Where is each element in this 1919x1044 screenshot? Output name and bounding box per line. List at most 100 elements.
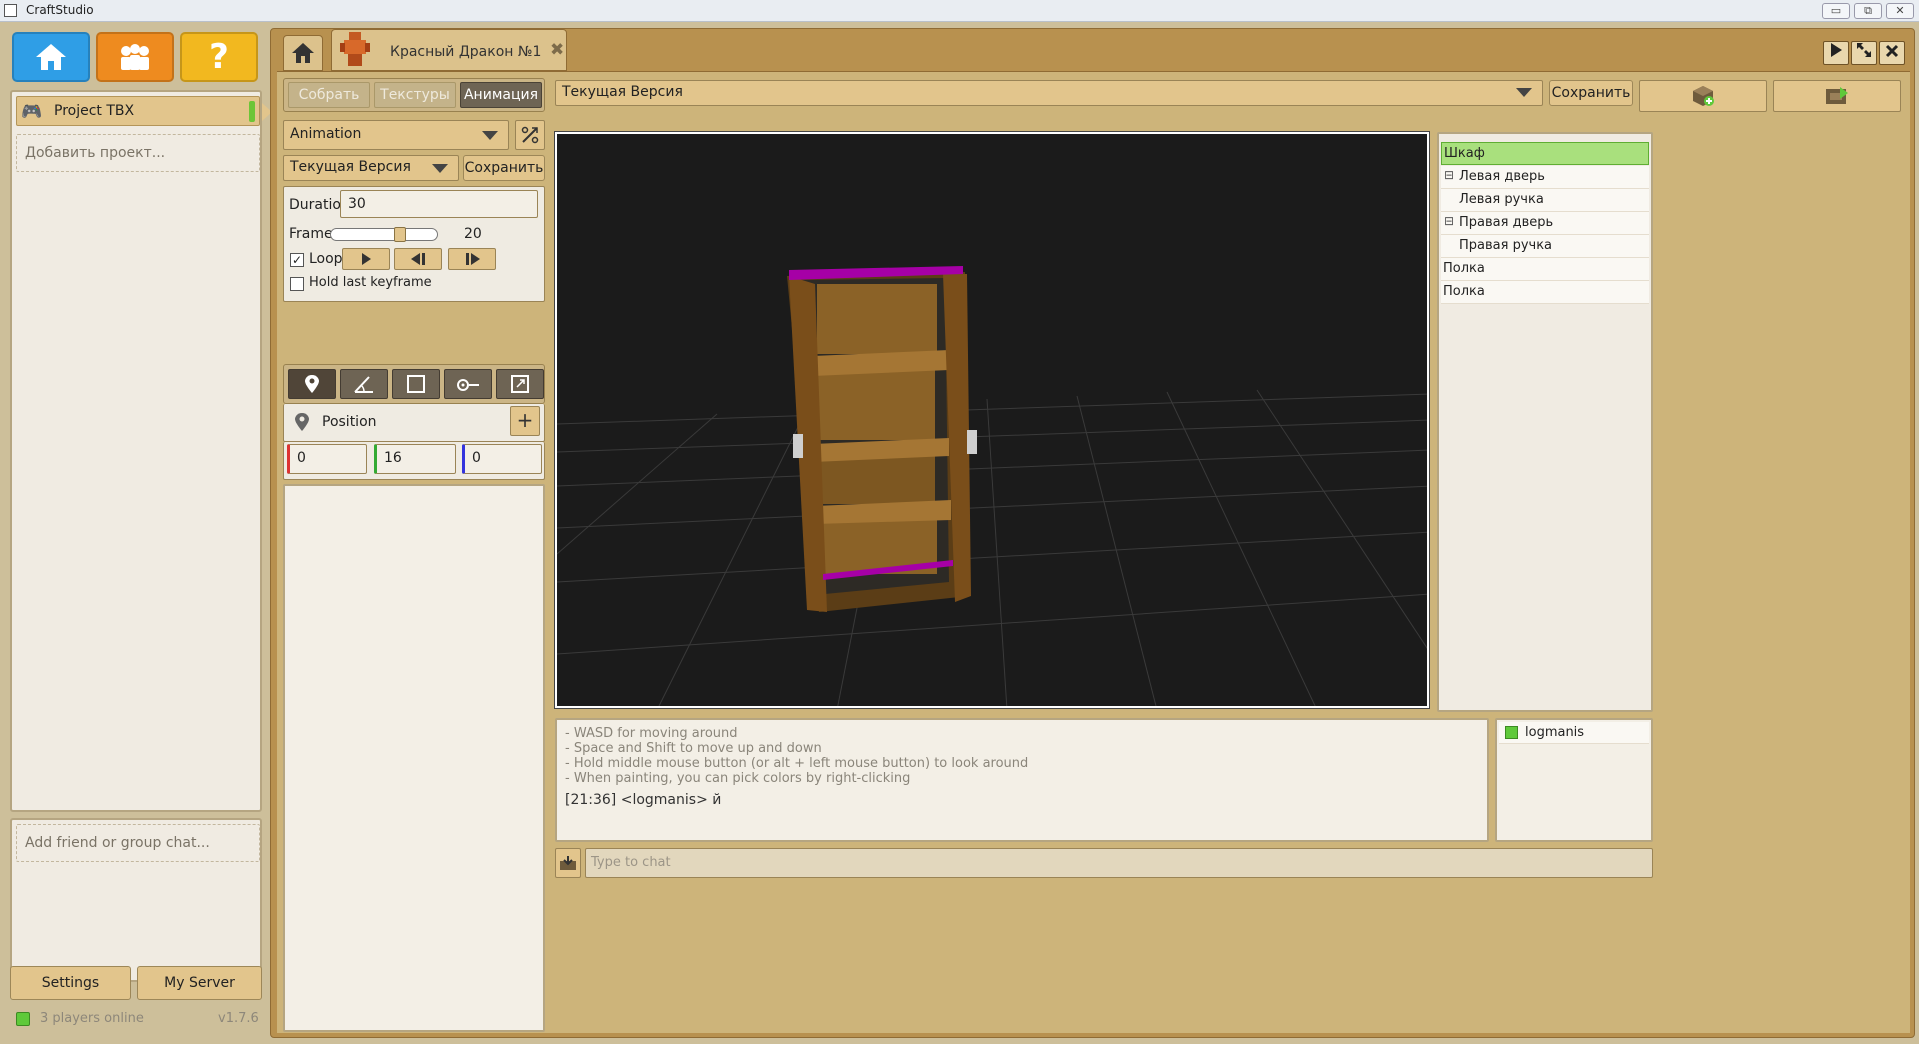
- tree-item-left-door[interactable]: ⊟ Левая дверь: [1441, 166, 1649, 189]
- help-line: - When painting, you can pick colors by …: [565, 771, 911, 786]
- gamepad-icon: 🎮: [21, 102, 43, 122]
- help-line: - Hold middle mouse button (or alt + lef…: [565, 756, 1029, 771]
- previous-frame-icon: [411, 253, 425, 265]
- online-status: 3 players online v1.7.6: [14, 1010, 259, 1030]
- window-close-button[interactable]: ✕: [1886, 3, 1914, 19]
- fullscreen-icon: [1857, 43, 1871, 57]
- window-title: CraftStudio: [26, 3, 94, 17]
- chat-message: [21:36] <logmanis> й: [565, 792, 722, 808]
- size-tool[interactable]: [496, 369, 544, 399]
- window-titlebar: CraftStudio ▭ ⧉ ✕: [0, 0, 1919, 22]
- chat-input[interactable]: Type to chat: [585, 848, 1653, 878]
- scene-render: [557, 266, 1427, 706]
- hold-keyframe-label: Hold last keyframe: [309, 275, 432, 290]
- model-save-button[interactable]: Сохранить: [1549, 80, 1633, 106]
- tree-item-right-handle[interactable]: Правая ручка: [1441, 235, 1649, 258]
- app-icon: [4, 4, 17, 17]
- add-friend-button[interactable]: Add friend or group chat...: [16, 824, 260, 862]
- model-version-select[interactable]: Текущая Версия: [555, 80, 1543, 106]
- home-button[interactable]: [12, 32, 90, 82]
- project-name: Project TBX: [54, 103, 135, 119]
- frame-slider[interactable]: [330, 227, 438, 242]
- import-icon: [560, 856, 576, 870]
- animation-options-button[interactable]: [515, 120, 545, 150]
- pivot-tool[interactable]: [444, 369, 492, 399]
- maximize-button[interactable]: ⧉: [1854, 3, 1882, 19]
- duration-input[interactable]: 30: [340, 190, 538, 218]
- mode-tabs: Собрать Текстуры Анимация: [283, 78, 545, 112]
- help-line: - Space and Shift to move up and down: [565, 741, 822, 756]
- chat-log: - WASD for moving around - Space and Shi…: [555, 718, 1489, 842]
- user-item[interactable]: logmanis: [1499, 722, 1649, 744]
- frame-label: Frame: [289, 226, 333, 242]
- version-label: v1.7.6: [218, 1011, 259, 1026]
- export-button[interactable]: [1773, 80, 1901, 112]
- home-tab[interactable]: [283, 35, 323, 71]
- add-keyframe-button[interactable]: +: [510, 406, 540, 436]
- tab-build[interactable]: Собрать: [288, 82, 370, 108]
- tab-animation[interactable]: Анимация: [460, 82, 542, 108]
- add-model-icon: [1693, 86, 1714, 106]
- online-indicator: [1505, 726, 1518, 739]
- export-icon: [1826, 87, 1848, 104]
- community-icon: [121, 44, 149, 70]
- close-tab-icon[interactable]: ✖: [550, 40, 564, 60]
- home-icon: [36, 44, 66, 70]
- collapse-icon[interactable]: ⊟: [1444, 214, 1454, 228]
- play-animation-button[interactable]: [342, 248, 390, 270]
- tree-item-cabinet[interactable]: Шкаф: [1441, 142, 1649, 165]
- project-item[interactable]: 🎮 Project TBX: [16, 96, 272, 126]
- close-editor-button[interactable]: [1879, 41, 1905, 65]
- projects-panel: 🎮 Project TBX Добавить проект...: [10, 90, 272, 812]
- community-button[interactable]: [96, 32, 174, 82]
- previous-frame-button[interactable]: [394, 248, 442, 270]
- animation-select[interactable]: Animation: [283, 120, 509, 150]
- tree-item-left-handle[interactable]: Левая ручка: [1441, 189, 1649, 212]
- cabinet-model: [787, 266, 977, 612]
- tree-item-shelf[interactable]: Полка: [1441, 258, 1649, 281]
- position-y-input[interactable]: 16: [374, 444, 456, 474]
- next-frame-button[interactable]: [448, 248, 496, 270]
- document-title: Красный Дракон №1: [390, 44, 542, 60]
- help-line: - WASD for moving around: [565, 726, 738, 741]
- add-model-button[interactable]: [1639, 80, 1767, 112]
- anim-version-select[interactable]: Текущая Версия: [283, 155, 459, 181]
- project-status-indicator: [249, 101, 255, 122]
- collapse-icon[interactable]: ⊟: [1444, 168, 1454, 182]
- position-tool[interactable]: [288, 369, 336, 399]
- help-button[interactable]: ?: [180, 32, 258, 82]
- 3d-viewport[interactable]: [554, 131, 1430, 709]
- model-icon: [340, 32, 370, 66]
- position-x-input[interactable]: 0: [287, 444, 367, 474]
- app-root: ? 🎮 Project TBX Добавить проект... Add f…: [0, 22, 1919, 1044]
- size-icon: [511, 375, 529, 393]
- minimize-button[interactable]: ▭: [1822, 3, 1850, 19]
- rotation-tool[interactable]: [340, 369, 388, 399]
- document-tab[interactable]: Красный Дракон №1 ✖: [331, 29, 567, 71]
- close-icon: [1885, 44, 1899, 58]
- my-server-button[interactable]: My Server: [137, 966, 262, 1000]
- frame-value: 20: [464, 226, 482, 242]
- frame-slider-handle[interactable]: [394, 227, 406, 242]
- loop-checkbox[interactable]: ✓: [290, 253, 304, 267]
- play-button[interactable]: [1823, 41, 1849, 65]
- fullscreen-button[interactable]: [1851, 41, 1877, 65]
- anim-save-button[interactable]: Сохранить: [463, 155, 545, 181]
- pivot-icon: [457, 379, 479, 391]
- tree-item-right-door[interactable]: ⊟ Правая дверь: [1441, 212, 1649, 235]
- workspace: Собрать Текстуры Анимация Animation Теку…: [277, 71, 1910, 1033]
- tab-textures[interactable]: Текстуры: [374, 82, 456, 108]
- settings-button[interactable]: Settings: [10, 966, 131, 1000]
- add-project-button[interactable]: Добавить проект...: [16, 134, 260, 172]
- play-icon: [362, 253, 371, 265]
- scale-tool[interactable]: [392, 369, 440, 399]
- play-icon: [1831, 43, 1842, 57]
- keyframes-panel: [283, 484, 545, 1032]
- check-icon: ✓: [291, 253, 303, 267]
- scale-icon: [407, 375, 425, 393]
- hold-keyframe-checkbox[interactable]: [290, 277, 304, 291]
- position-z-input[interactable]: 0: [462, 444, 542, 474]
- help-icon: ?: [209, 37, 229, 77]
- chat-collapse-button[interactable]: [555, 848, 581, 878]
- tree-item-shelf[interactable]: Полка: [1441, 281, 1649, 304]
